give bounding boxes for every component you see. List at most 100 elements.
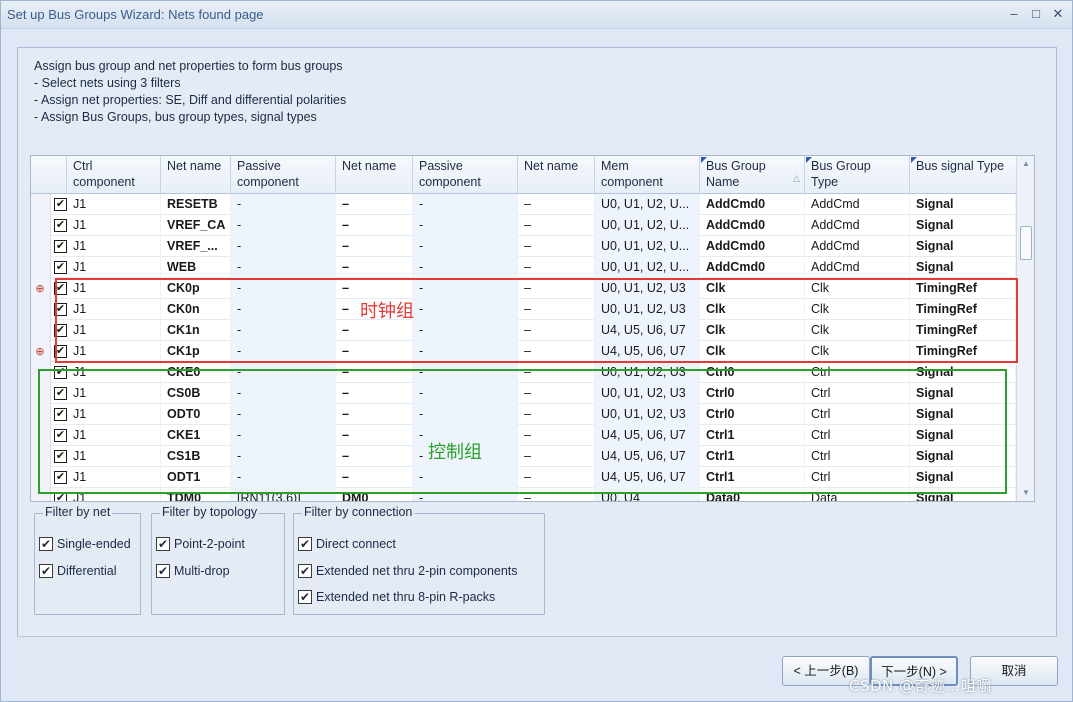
checkbox-checked-icon[interactable]: ✔ (298, 590, 312, 604)
cell-bus-group-type[interactable]: AddCmd (805, 257, 910, 278)
checkbox-checked-icon[interactable]: ✔ (156, 564, 170, 578)
point-2-point-checkbox[interactable]: ✔ Point-2-point (156, 536, 245, 552)
instructions: Assign bus group and net properties to f… (34, 58, 346, 126)
control-group-highlight (38, 369, 1007, 494)
row-select-checkbox[interactable]: ✔ (54, 240, 67, 253)
cell-passive-component-2: - (413, 236, 518, 257)
cell-net-name-3: – (518, 257, 595, 278)
header-bus-group-type[interactable]: Bus Group Type (805, 156, 910, 194)
filter-by-topology-title: Filter by topology (160, 505, 260, 519)
scroll-down-icon[interactable]: ▼ (1017, 485, 1034, 501)
editable-marker-icon (806, 157, 812, 163)
wizard-window: Set up Bus Groups Wizard: Nets found pag… (0, 0, 1073, 702)
extended-2-pin-checkbox[interactable]: ✔ Extended net thru 2-pin components (298, 563, 518, 579)
differential-checkbox[interactable]: ✔ Differential (39, 563, 117, 579)
cell-net-name-2: – (336, 236, 413, 257)
scroll-up-icon[interactable]: ▲ (1017, 156, 1034, 172)
row-header[interactable] (31, 236, 51, 257)
table-row[interactable]: ✔ J1 RESETB - – - – U0, U1, U2, U... AddCmd0 AddC… (31, 194, 1016, 215)
cell-net-name-2: – (336, 215, 413, 236)
vertical-scrollbar[interactable]: ▲ ▼ (1016, 156, 1034, 501)
row-header[interactable] (31, 215, 51, 236)
extended-8-pin-checkbox[interactable]: ✔ Extended net thru 8-pin R-packs (298, 589, 495, 605)
control-group-annotation: 控制组 (428, 442, 482, 463)
maximize-icon[interactable]: □ (1027, 5, 1045, 23)
direct-connect-checkbox[interactable]: ✔ Direct connect (298, 536, 396, 552)
row-header[interactable]: ⊕ (31, 278, 51, 299)
cell-mem-component: U0, U1, U2, U... (595, 215, 700, 236)
row-header[interactable] (31, 299, 51, 320)
editable-marker-icon (911, 157, 917, 163)
filter-by-net-title: Filter by net (43, 505, 113, 519)
window-title: Set up Bus Groups Wizard: Nets found pag… (7, 7, 264, 22)
row-select-checkbox[interactable]: ✔ (54, 261, 67, 274)
filter-by-connection-title: Filter by connection (302, 505, 415, 519)
header-bus-group-name[interactable]: Bus Group Name △ (700, 156, 805, 194)
checkbox-checked-icon[interactable]: ✔ (39, 564, 53, 578)
row-select-checkbox[interactable]: ✔ (54, 198, 67, 211)
row-select-checkbox[interactable]: ✔ (54, 219, 67, 232)
cell-net-name-3: – (518, 236, 595, 257)
nets-grid[interactable]: Ctrl component Net name Passive component … (30, 155, 1035, 502)
diff-pair-icon: ⊕ (35, 283, 45, 295)
row-header[interactable]: ⊕ (31, 341, 51, 362)
cell-bus-group-name[interactable]: AddCmd0 (700, 236, 805, 257)
table-row[interactable]: ✔ J1 VREF_... - – - – U0, U1, U2, U... AddCmd0 Ad… (31, 236, 1016, 257)
row-header[interactable] (31, 194, 51, 215)
checkbox-checked-icon[interactable]: ✔ (156, 537, 170, 551)
cell-passive-component: - (231, 215, 336, 236)
instruction-line: - Assign Bus Groups, bus group types, si… (34, 110, 317, 124)
cell-passive-component-2: - (413, 257, 518, 278)
scrollbar-thumb[interactable] (1020, 226, 1032, 260)
header-bus-signal-type[interactable]: Bus signal Type (910, 156, 1016, 194)
header-spacer (31, 156, 67, 194)
multi-drop-checkbox[interactable]: ✔ Multi-drop (156, 563, 230, 579)
instruction-line: - Assign net properties: SE, Diff and di… (34, 93, 347, 107)
header-net-name-1[interactable]: Net name (161, 156, 231, 194)
cell-bus-group-type[interactable]: AddCmd (805, 215, 910, 236)
header-net-name-2[interactable]: Net name (336, 156, 413, 194)
cell-bus-signal-type[interactable]: Signal (910, 236, 1016, 257)
cell-bus-group-type[interactable]: AddCmd (805, 194, 910, 215)
cell-passive-component: - (231, 194, 336, 215)
table-row[interactable]: ✔ J1 VREF_CA - – - – U0, U1, U2, U... AddCmd0 Add… (31, 215, 1016, 236)
instruction-line: Assign bus group and net properties to f… (34, 59, 343, 73)
row-header[interactable] (31, 320, 51, 341)
cell-net-name: VREF_... (161, 236, 231, 257)
minimize-icon[interactable]: – (1005, 5, 1023, 23)
button-separator (17, 636, 1057, 637)
cell-bus-group-name[interactable]: AddCmd0 (700, 257, 805, 278)
single-ended-checkbox[interactable]: ✔ Single-ended (39, 536, 131, 552)
cell-passive-component: - (231, 236, 336, 257)
instruction-line: - Select nets using 3 filters (34, 76, 181, 90)
cell-bus-signal-type[interactable]: Signal (910, 194, 1016, 215)
close-icon[interactable]: ✕ (1049, 5, 1067, 23)
grid-header: Ctrl component Net name Passive component … (31, 156, 1016, 194)
checkbox-checked-icon[interactable]: ✔ (298, 537, 312, 551)
cell-mem-component: U0, U1, U2, U... (595, 257, 700, 278)
wizard-page: Assign bus group and net properties to f… (17, 47, 1057, 637)
cell-bus-group-name[interactable]: AddCmd0 (700, 194, 805, 215)
checkbox-checked-icon[interactable]: ✔ (39, 537, 53, 551)
header-ctrl-component[interactable]: Ctrl component (67, 156, 161, 194)
cell-bus-signal-type[interactable]: Signal (910, 215, 1016, 236)
row-header[interactable] (31, 257, 51, 278)
editable-marker-icon (701, 157, 707, 163)
cell-bus-signal-type[interactable]: Signal (910, 257, 1016, 278)
diff-pair-icon: ⊕ (35, 346, 45, 358)
cell-net-name-3: – (518, 194, 595, 215)
cell-bus-group-type[interactable]: AddCmd (805, 236, 910, 257)
header-passive-component-2[interactable]: Passive component (413, 156, 518, 194)
header-net-name-3[interactable]: Net name (518, 156, 595, 194)
cell-bus-group-name[interactable]: AddCmd0 (700, 215, 805, 236)
cell-ctrl-component: J1 (67, 194, 161, 215)
checkbox-checked-icon[interactable]: ✔ (298, 564, 312, 578)
cell-net-name-2: – (336, 257, 413, 278)
sort-ascending-icon: △ (793, 173, 800, 183)
table-row[interactable]: ✔ J1 WEB - – - – U0, U1, U2, U... AddCmd0 AddCmd S… (31, 257, 1016, 278)
header-mem-component[interactable]: Mem component (595, 156, 700, 194)
header-passive-component-1[interactable]: Passive component (231, 156, 336, 194)
filter-by-net: Filter by net ✔ Single-ended ✔ Differentia… (34, 505, 141, 615)
cell-ctrl-component: J1 (67, 257, 161, 278)
cell-net-name: VREF_CA (161, 215, 231, 236)
